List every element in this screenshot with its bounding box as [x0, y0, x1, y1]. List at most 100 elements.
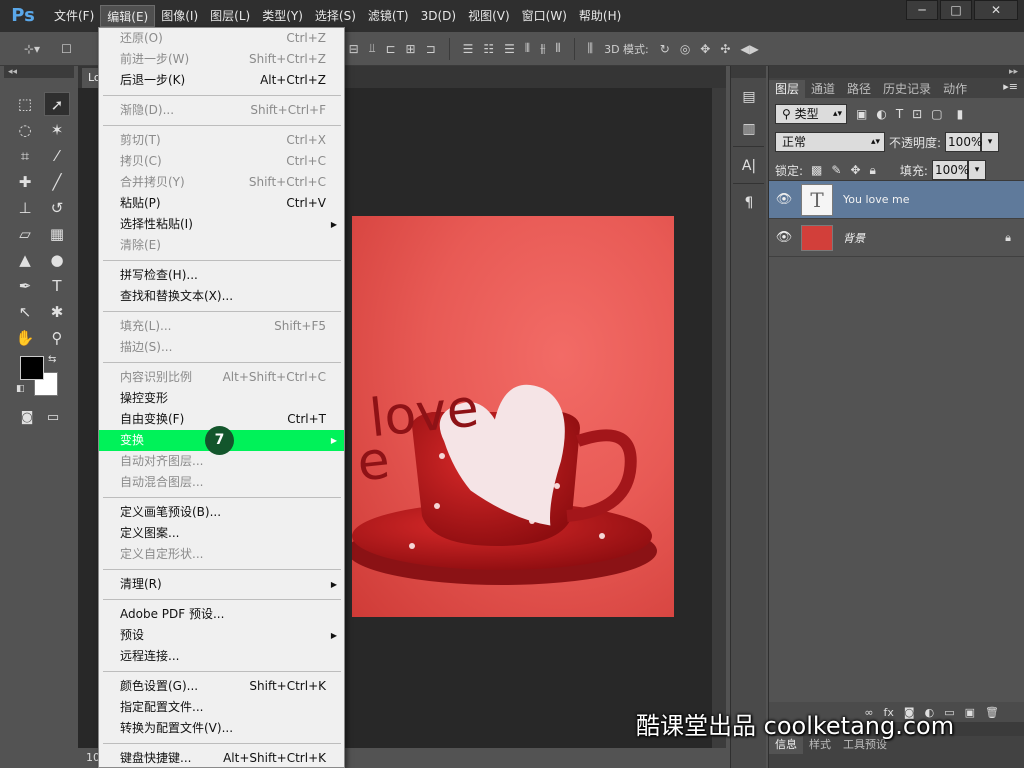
menu-edit[interactable]: 编辑(E)	[100, 5, 156, 27]
tab-layers[interactable]: 图层	[769, 80, 806, 98]
layer-row-text[interactable]: 👁︎ T You love me	[769, 181, 1024, 219]
edit-menu-item[interactable]: 指定配置文件...	[99, 697, 344, 718]
tab-paths[interactable]: 路径	[841, 80, 877, 98]
healing-brush-tool-icon[interactable]: ✚	[12, 170, 38, 194]
filter-toggle-icon[interactable]: ▮	[957, 107, 964, 121]
maximize-button[interactable]: □	[940, 0, 972, 20]
fill-slider-toggle[interactable]: ▾	[967, 160, 986, 180]
foreground-color[interactable]	[20, 356, 44, 380]
screen-mode-icon[interactable]: ▭	[40, 406, 66, 430]
menu-layer[interactable]: 图层(L)	[204, 5, 256, 27]
3d-scale-icon[interactable]: ◀▶	[740, 42, 758, 56]
align-vcenter-icon[interactable]: ⊟	[349, 42, 359, 56]
menu-window[interactable]: 窗口(W)	[516, 5, 573, 27]
edit-menu-item[interactable]: 清理(R) ▶	[99, 574, 344, 595]
canvas-image[interactable]: love e	[352, 216, 674, 617]
menu-file[interactable]: 文件(F)	[48, 5, 100, 27]
edit-menu-item[interactable]: 定义图案...	[99, 523, 344, 544]
brush-tool-icon[interactable]: ╱	[44, 170, 70, 194]
layer-row-background[interactable]: 👁︎ 背景 🔒︎	[769, 219, 1024, 257]
blend-mode-select[interactable]: 正常 ▴▾	[775, 132, 885, 152]
eyedropper-tool-icon[interactable]: ⁄	[44, 144, 70, 168]
pen-tool-icon[interactable]: ✒	[12, 274, 38, 298]
crop-tool-icon[interactable]: ⌗	[12, 144, 38, 168]
close-button[interactable]: ✕	[974, 0, 1018, 20]
tab-actions[interactable]: 动作	[937, 80, 973, 98]
path-selection-tool-icon[interactable]: ↖	[12, 300, 38, 324]
opacity-slider-toggle[interactable]: ▾	[981, 132, 1000, 152]
menu-filter[interactable]: 滤镜(T)	[362, 5, 415, 27]
shape-filter-icon[interactable]: ⊡	[912, 107, 922, 121]
gradient-tool-icon[interactable]: ▦	[44, 222, 70, 246]
menu-select[interactable]: 选择(S)	[309, 5, 362, 27]
minimize-button[interactable]: ─	[906, 0, 938, 20]
adjustment-filter-icon[interactable]: ◐	[876, 107, 886, 121]
history-brush-tool-icon[interactable]: ↺	[44, 196, 70, 220]
delete-layer-icon[interactable]: 🗑︎	[985, 706, 999, 719]
3d-pan-icon[interactable]: ✥	[700, 42, 710, 56]
fill-input[interactable]: 100%	[931, 160, 969, 180]
stamp-tool-icon[interactable]: ⊥	[12, 196, 38, 220]
pixel-filter-icon[interactable]: ▣	[856, 107, 867, 121]
edit-menu-item[interactable]: 拼写检查(H)...	[99, 265, 344, 286]
default-colors-icon[interactable]: ◧	[16, 384, 25, 394]
history-panel-icon[interactable]: ▤	[734, 84, 764, 110]
distribute-top-icon[interactable]: ☰	[463, 42, 474, 56]
tab-history[interactable]: 历史记录	[877, 80, 937, 98]
tab-channels[interactable]: 通道	[805, 80, 841, 98]
edit-menu-item[interactable]: 后退一步(K) Alt+Ctrl+Z	[99, 70, 344, 91]
eraser-tool-icon[interactable]: ▱	[12, 222, 38, 246]
edit-menu-item[interactable]: 预设 ▶	[99, 625, 344, 646]
3d-slide-icon[interactable]: ✣	[720, 42, 730, 56]
edit-menu-item[interactable]: 颜色设置(G)... Shift+Ctrl+K	[99, 676, 344, 697]
edit-menu-item[interactable]: 选择性粘贴(I) ▶	[99, 214, 344, 235]
visibility-eye-icon[interactable]: 👁︎	[769, 192, 799, 207]
edit-menu-item[interactable]: 变换 ▶ 7	[99, 426, 344, 455]
visibility-eye-icon[interactable]: 👁︎	[769, 230, 799, 245]
layer-name[interactable]: 背景	[843, 230, 865, 246]
distribute-hcenter-icon[interactable]: ⫵	[540, 41, 546, 56]
lasso-tool-icon[interactable]: ◌	[12, 118, 38, 142]
auto-align-icon[interactable]: ⫼	[588, 41, 594, 56]
collapse-panels-icon[interactable]: ▸▸	[769, 66, 1024, 78]
menu-help[interactable]: 帮助(H)	[573, 5, 627, 27]
edit-menu-item[interactable]: Adobe PDF 预设...	[99, 604, 344, 625]
character-panel-icon[interactable]: A|	[734, 153, 764, 179]
move-tool-preset-icon[interactable]: ⊹▾	[24, 42, 40, 56]
menu-type[interactable]: 类型(Y)	[256, 5, 309, 27]
lock-all-icon[interactable]: 🔒︎	[870, 163, 876, 178]
lock-pixels-icon[interactable]: ✎	[831, 163, 841, 177]
opacity-input[interactable]: 100%	[945, 132, 982, 152]
blur-tool-icon[interactable]: ▲	[12, 248, 38, 272]
magic-wand-tool-icon[interactable]: ✶	[44, 118, 70, 142]
vertical-scrollbar[interactable]	[712, 88, 726, 748]
edit-menu-item[interactable]: 操控变形	[99, 388, 344, 409]
edit-menu-item[interactable]: 定义画笔预设(B)...	[99, 502, 344, 523]
distribute-left-icon[interactable]: ⫴	[525, 41, 530, 56]
lock-position-icon[interactable]: ✥	[850, 163, 860, 177]
edit-menu-item[interactable]: 远程连接...	[99, 646, 344, 667]
auto-select-checkbox[interactable]: ☐	[61, 42, 72, 56]
edit-menu-item[interactable]: 转换为配置文件(V)...	[99, 718, 344, 739]
3d-rotate-icon[interactable]: ↻	[660, 42, 670, 56]
edit-menu-item[interactable]: 粘贴(P) Ctrl+V	[99, 193, 344, 214]
zoom-tool-icon[interactable]: ⚲	[44, 326, 70, 350]
type-filter-icon[interactable]: T	[896, 107, 903, 121]
move-tool-icon[interactable]: ➚	[44, 92, 70, 116]
new-layer-icon[interactable]: ▣	[965, 706, 975, 719]
marquee-tool-icon[interactable]: ⬚	[12, 92, 38, 116]
quick-mask-icon[interactable]: ◙	[14, 406, 40, 430]
paragraph-panel-icon[interactable]: ¶	[734, 190, 764, 216]
align-bottom-icon[interactable]: ⫫	[369, 41, 376, 56]
layer-name[interactable]: You love me	[843, 193, 910, 206]
align-hcenter-icon[interactable]: ⊞	[406, 42, 416, 56]
edit-menu-item[interactable]: 键盘快捷键... Alt+Shift+Ctrl+K	[99, 748, 344, 767]
smart-object-filter-icon[interactable]: ▢	[931, 107, 942, 121]
hand-tool-icon[interactable]: ✋	[12, 326, 38, 350]
align-left-icon[interactable]: ⊏	[385, 42, 395, 56]
properties-panel-icon[interactable]: ▥	[734, 116, 764, 142]
3d-roll-icon[interactable]: ◎	[680, 42, 690, 56]
distribute-right-icon[interactable]: ⫴	[556, 41, 561, 56]
menu-3d[interactable]: 3D(D)	[415, 5, 462, 27]
swap-colors-icon[interactable]: ⇆	[48, 354, 56, 365]
